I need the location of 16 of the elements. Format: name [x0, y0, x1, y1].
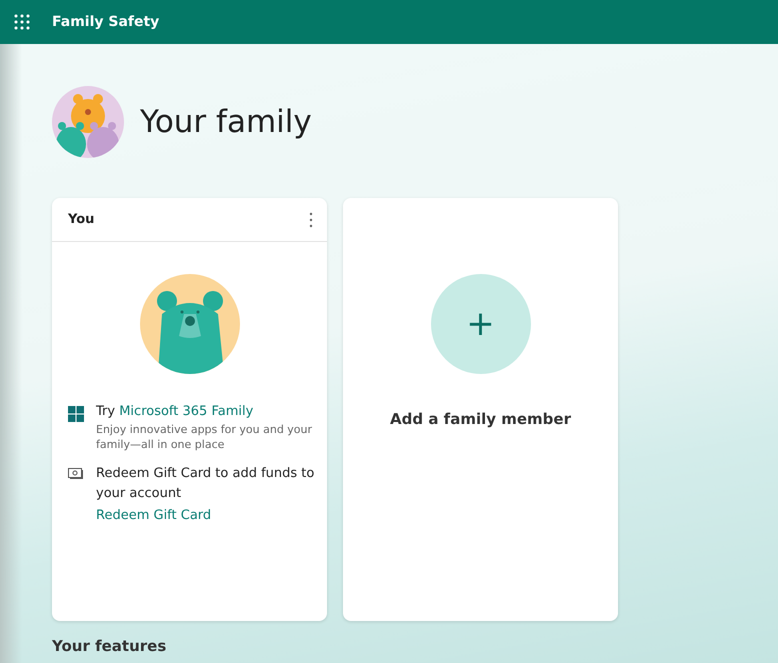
windows-logo-icon: [68, 406, 84, 422]
page-title: Your family: [140, 104, 312, 140]
offer-link[interactable]: Microsoft 365 Family: [119, 404, 254, 419]
offer-description: Enjoy innovative apps for you and your family—all in one place: [96, 422, 314, 452]
redeem-link[interactable]: Redeem Gift Card: [96, 508, 212, 523]
app-launcher-icon[interactable]: [14, 14, 30, 30]
add-member-card[interactable]: + Add a family member: [343, 198, 618, 621]
gift-card-icon: [68, 466, 84, 480]
member-name: You: [68, 212, 94, 227]
offer-text: Redeem Gift Card to add funds to your account: [96, 465, 315, 503]
add-member-button[interactable]: +: [430, 274, 530, 374]
more-options-icon[interactable]: [309, 212, 313, 228]
add-member-label: Add a family member: [390, 410, 571, 428]
offer-text: Try: [96, 404, 116, 419]
app-title: Family Safety: [52, 14, 160, 30]
section-title: Your features: [52, 637, 168, 655]
